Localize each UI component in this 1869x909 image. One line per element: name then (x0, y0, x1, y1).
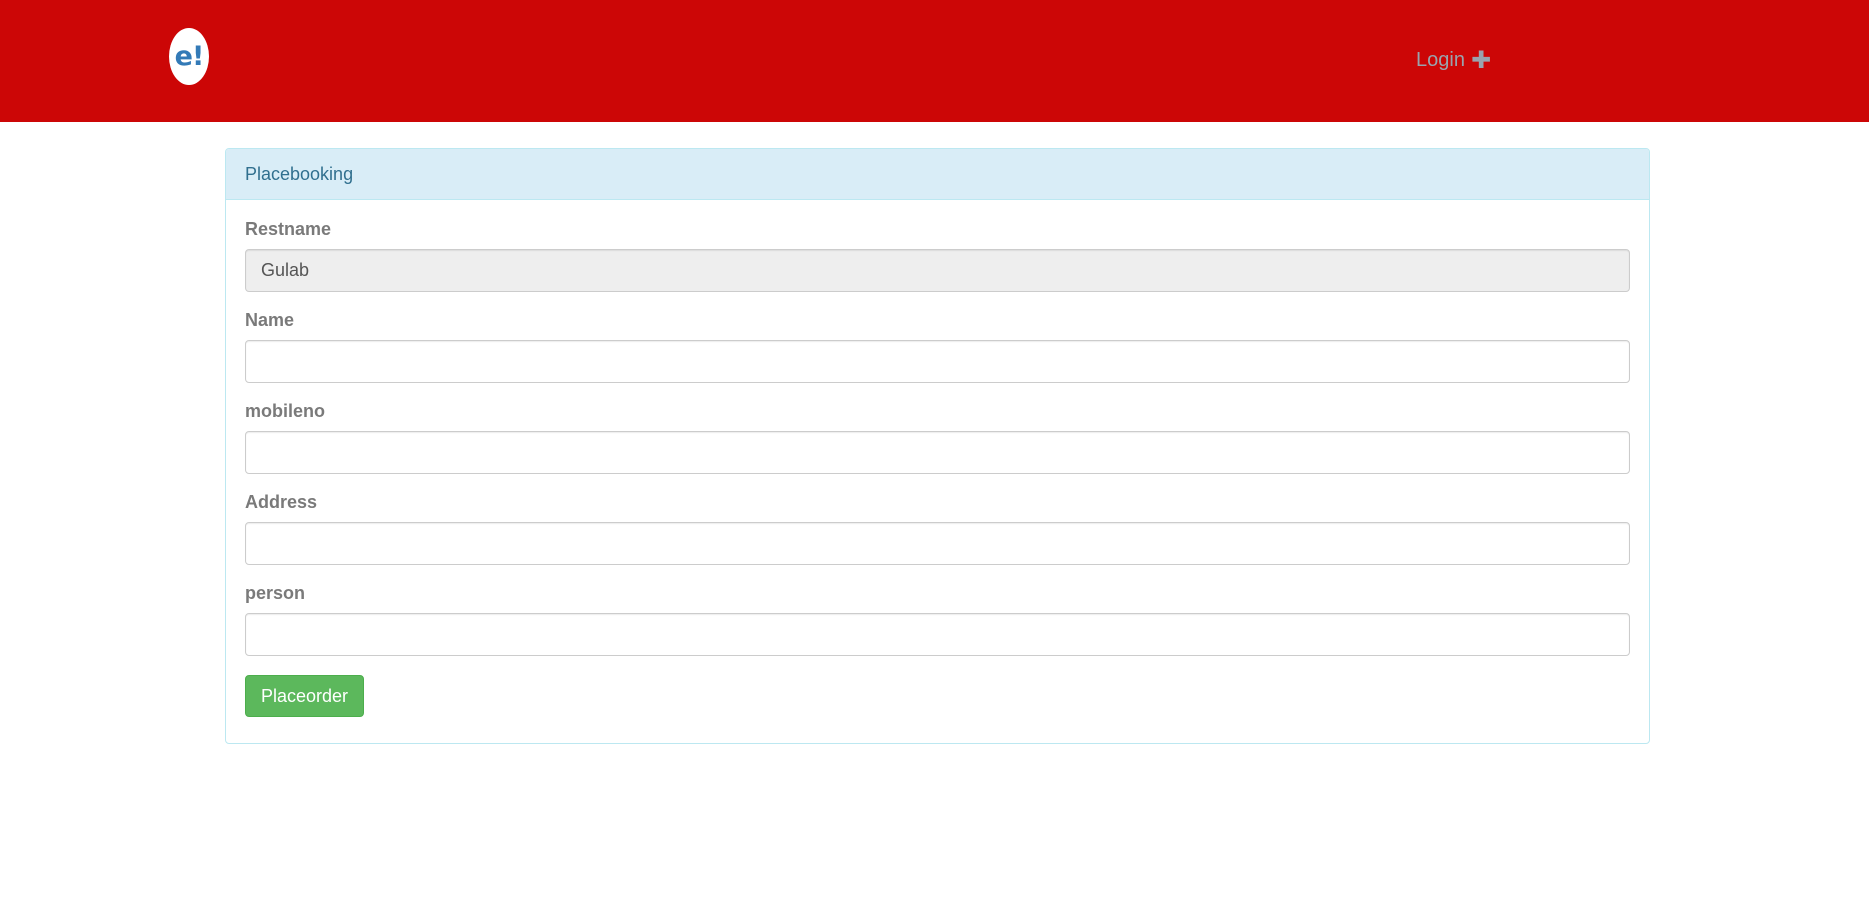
name-label: Name (245, 310, 295, 330)
placeorder-button[interactable]: Placeorder (245, 675, 365, 717)
person-input[interactable] (245, 613, 1630, 656)
top-navbar: e! Login ✚ (0, 0, 1869, 122)
login-label: Login (1416, 48, 1465, 71)
logo-text: e! (174, 41, 205, 72)
address-input[interactable] (245, 522, 1630, 565)
person-group: person (245, 582, 1630, 656)
panel-title: Placebooking (245, 163, 354, 184)
booking-panel: Placebooking Restname Name mobileno Addr… (225, 148, 1650, 744)
restname-group: Restname (245, 218, 1630, 292)
login-link[interactable]: Login ✚ (1416, 47, 1491, 73)
restname-input[interactable] (245, 249, 1630, 292)
name-input[interactable] (245, 340, 1630, 383)
booking-form: Restname Name mobileno Address person Pl… (226, 200, 1649, 736)
mobileno-label: mobileno (245, 401, 325, 421)
brand-logo[interactable]: e! (169, 28, 209, 85)
person-label: person (245, 583, 306, 603)
plus-icon: ✚ (1470, 46, 1492, 74)
name-group: Name (245, 309, 1630, 383)
address-group: Address (245, 491, 1630, 565)
restname-label: Restname (245, 219, 332, 239)
mobileno-group: mobileno (245, 400, 1630, 474)
panel-heading: Placebooking (226, 149, 1649, 200)
mobileno-input[interactable] (245, 431, 1630, 474)
address-label: Address (245, 492, 318, 512)
